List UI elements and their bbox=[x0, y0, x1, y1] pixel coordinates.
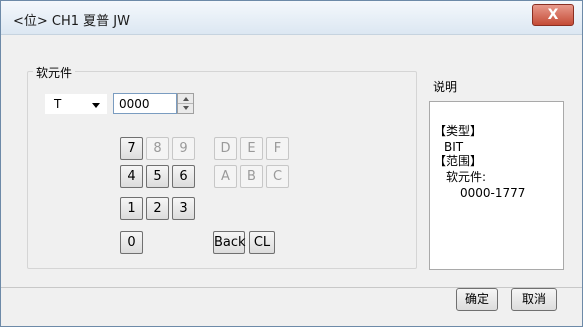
description-line: 【类型】 bbox=[434, 124, 483, 138]
key-4[interactable]: 4 bbox=[120, 165, 143, 188]
address-spinner[interactable] bbox=[177, 93, 194, 114]
key-d[interactable]: D bbox=[214, 137, 237, 160]
spin-down-button[interactable] bbox=[178, 103, 193, 112]
ok-button[interactable]: 确定 bbox=[456, 288, 498, 311]
description-label: 说明 bbox=[433, 80, 458, 94]
window-title: <位> CH1 夏普 JW bbox=[13, 14, 130, 29]
key-9[interactable]: 9 bbox=[172, 137, 195, 160]
clear-button[interactable]: CL bbox=[249, 231, 275, 254]
chevron-down-icon bbox=[92, 103, 100, 108]
device-group-label: 软元件 bbox=[33, 64, 76, 81]
key-3[interactable]: 3 bbox=[172, 197, 195, 220]
dialog-window: <位> CH1 夏普 JW X 软元件 T 0000 7 8 9 4 5 6 1… bbox=[0, 0, 583, 327]
arrow-down-icon bbox=[182, 106, 189, 110]
back-button[interactable]: Back bbox=[213, 231, 246, 254]
title-bar: <位> CH1 夏普 JW X bbox=[1, 1, 582, 35]
close-button[interactable]: X bbox=[532, 4, 574, 26]
key-f[interactable]: F bbox=[266, 137, 289, 160]
description-line: BIT bbox=[444, 140, 464, 154]
arrow-up-icon bbox=[182, 96, 189, 101]
description-panel: 【类型】 BIT 【范围】 软元件: 0000-1777 bbox=[429, 101, 564, 270]
key-5[interactable]: 5 bbox=[146, 165, 169, 188]
spin-up-button[interactable] bbox=[178, 94, 193, 103]
cancel-button[interactable]: 取消 bbox=[511, 288, 557, 311]
description-line: 0000-1777 bbox=[460, 186, 526, 200]
key-e[interactable]: E bbox=[240, 137, 263, 160]
key-8[interactable]: 8 bbox=[146, 137, 169, 160]
key-c[interactable]: C bbox=[266, 165, 289, 188]
key-2[interactable]: 2 bbox=[146, 197, 169, 220]
key-0[interactable]: 0 bbox=[120, 231, 143, 254]
key-a[interactable]: A bbox=[214, 165, 237, 188]
description-line: 软元件: bbox=[446, 170, 487, 184]
key-7[interactable]: 7 bbox=[120, 137, 143, 160]
key-6[interactable]: 6 bbox=[172, 165, 195, 188]
description-line: 【范围】 bbox=[434, 154, 483, 168]
device-type-value: T bbox=[54, 97, 62, 111]
address-input[interactable]: 0000 bbox=[113, 93, 177, 114]
key-1[interactable]: 1 bbox=[120, 197, 143, 220]
key-b[interactable]: B bbox=[240, 165, 263, 188]
device-type-select[interactable]: T bbox=[45, 94, 107, 114]
